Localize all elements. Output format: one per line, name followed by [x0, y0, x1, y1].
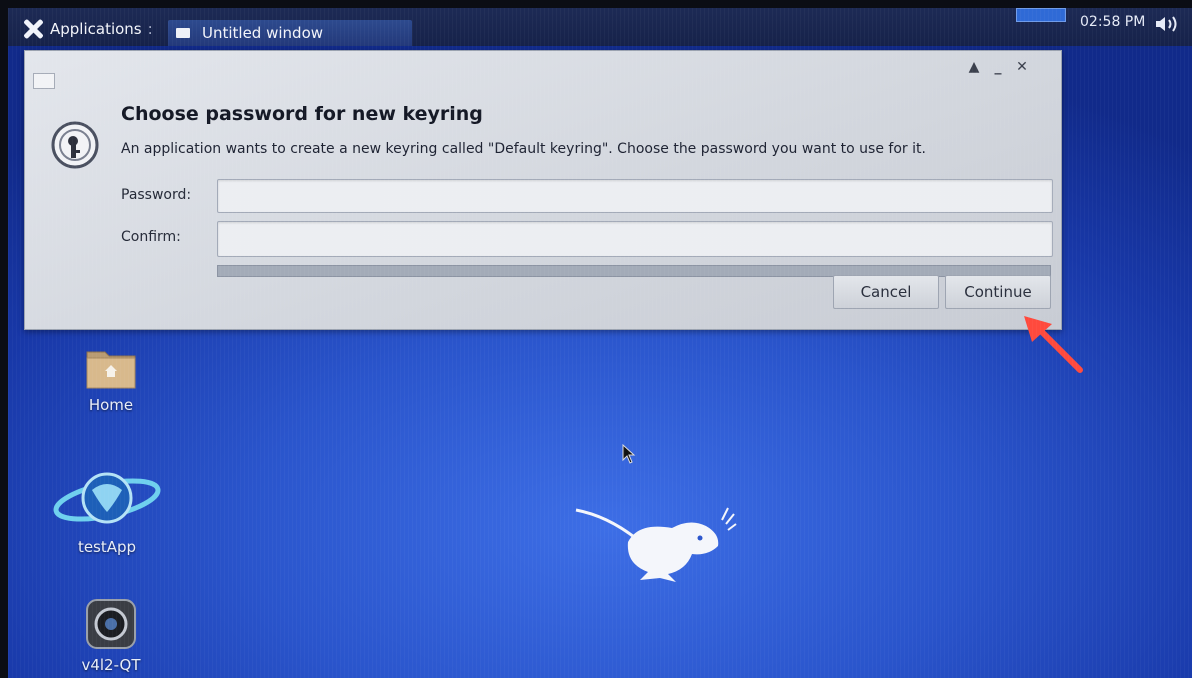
desktop-icon-testapp[interactable]: testApp [52, 464, 162, 556]
dialog-message: An application wants to create a new key… [121, 141, 926, 157]
arrow-annotation-icon [1024, 316, 1083, 373]
window-menu-icon[interactable] [33, 73, 55, 89]
window-icon [176, 28, 190, 38]
cancel-button[interactable]: Cancel [833, 275, 939, 309]
confirm-label: Confirm: [121, 229, 181, 245]
testapp-icon [53, 472, 161, 524]
shade-button[interactable]: ▲ [965, 59, 983, 75]
desktop-icon-label: testApp [77, 538, 137, 556]
minimize-button[interactable]: _ [989, 59, 1007, 75]
desktop-icon-home[interactable]: Home [68, 346, 154, 414]
close-button[interactable]: ✕ [1013, 59, 1031, 75]
password-label: Password: [121, 187, 192, 203]
top-panel: Applications : Untitled window 02:58 PM [8, 8, 1192, 46]
applications-label: Applications [50, 20, 142, 38]
password-input[interactable] [217, 179, 1053, 213]
xfce-logo-icon [22, 18, 44, 40]
desktop-icon-label: Home [88, 396, 134, 414]
menu-separator: : [147, 20, 153, 38]
desktop-icon-label: v4l2-QT [81, 656, 141, 674]
keyring-password-dialog: ▲ _ ✕ Choose password for new keyring An… [24, 50, 1062, 330]
home-folder-icon [86, 351, 136, 389]
confirm-password-input[interactable] [217, 221, 1053, 257]
desktop-icon-v4l2qt[interactable]: v4l2-QT [68, 596, 154, 674]
mouse-cursor-icon [622, 444, 636, 464]
desktop: Applications : Untitled window 02:58 PM … [8, 8, 1192, 678]
clock[interactable]: 02:58 PM [1080, 14, 1145, 30]
camera-icon [86, 599, 136, 649]
workspace-switcher[interactable] [1016, 8, 1066, 22]
keyring-icon [51, 121, 99, 169]
xfce-mouse-logo-icon [575, 507, 737, 582]
continue-button[interactable]: Continue [945, 275, 1051, 309]
dialog-titlebar[interactable]: ▲ _ ✕ [25, 51, 1061, 89]
taskbar-window-button[interactable]: Untitled window [168, 20, 412, 46]
taskbar-window-title: Untitled window [202, 24, 324, 42]
dialog-heading: Choose password for new keyring [121, 103, 483, 125]
volume-icon[interactable] [1154, 14, 1184, 34]
applications-menu[interactable]: Applications : [22, 16, 153, 42]
